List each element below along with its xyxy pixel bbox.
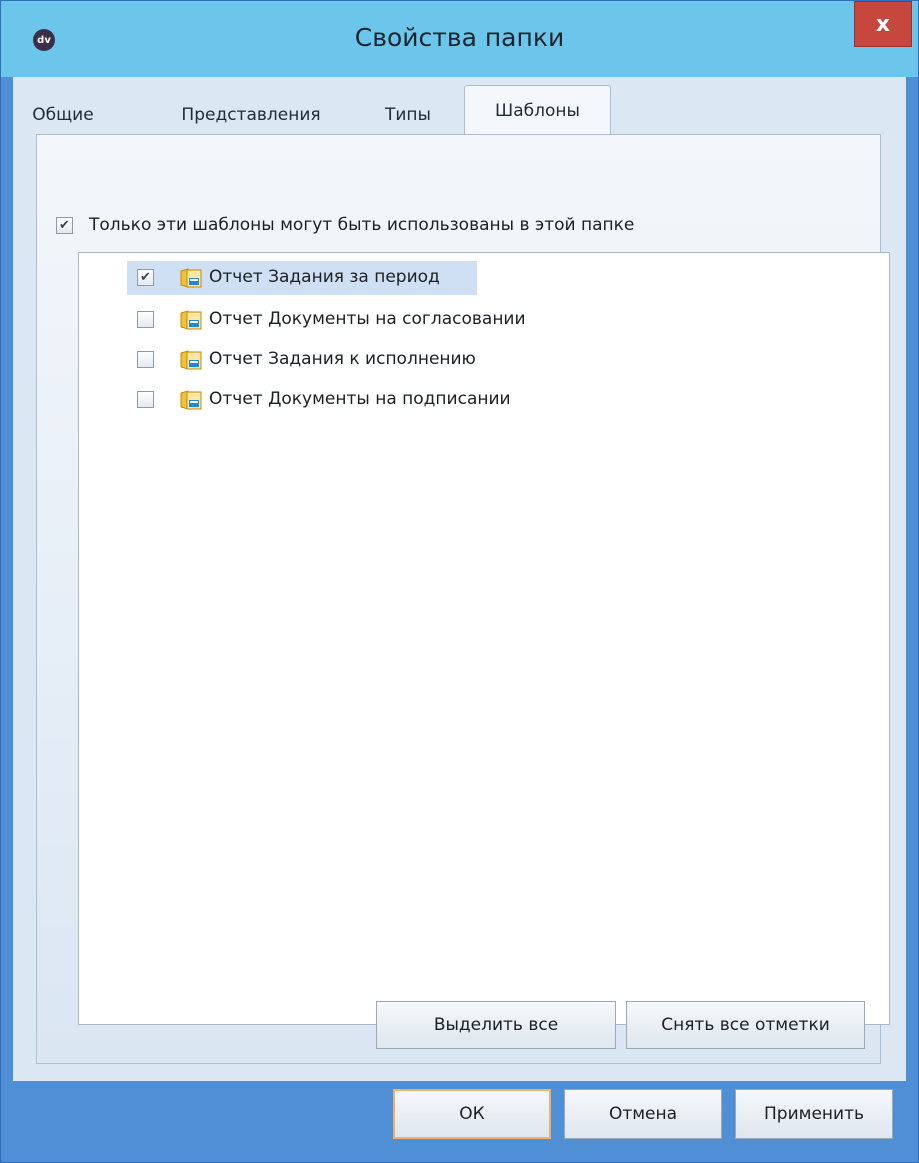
only-templates-label: Только эти шаблоны могут быть использова… [89, 215, 635, 235]
templates-tab-panel: ✔ Только эти шаблоны могут быть использо… [36, 134, 890, 1064]
list-item[interactable]: Отчет Документы на согласовании [127, 303, 577, 337]
only-templates-checkbox[interactable]: ✔ [56, 217, 73, 234]
document-template-icon [180, 350, 202, 370]
item-label: Отчет Документы на подписании [209, 389, 511, 409]
item-checkbox[interactable] [137, 351, 154, 368]
item-label: Отчет Документы на согласовании [209, 309, 526, 329]
list-item[interactable]: Отчет Документы на подписании [127, 383, 577, 417]
tab-general[interactable]: Общие [27, 97, 99, 133]
item-label: Отчет Задания за период [209, 267, 440, 287]
close-button[interactable]: x [854, 1, 912, 47]
templates-list[interactable]: ✔ Отчет Задания за период Отчет Документ… [78, 252, 890, 1025]
item-checkbox[interactable]: ✔ [137, 269, 154, 286]
tab-views[interactable]: Представления [169, 97, 333, 133]
select-all-button[interactable]: Выделить все [376, 1001, 616, 1049]
dialog-body: Общие Представления Типы Шаблоны ✔ Тольк… [13, 77, 906, 1081]
window-title: Свойства папки [354, 23, 565, 52]
item-checkbox[interactable] [137, 311, 154, 328]
tab-templates[interactable]: Шаблоны [464, 85, 611, 135]
document-template-icon [180, 310, 202, 330]
document-template-icon [180, 390, 202, 410]
list-item[interactable]: ✔ Отчет Задания за период [127, 261, 477, 295]
item-checkbox[interactable] [137, 391, 154, 408]
folder-properties-dialog: dv Свойства папки x Общие Представления … [0, 0, 919, 1163]
list-item[interactable]: Отчет Задания к исполнению [127, 343, 577, 377]
ok-button[interactable]: ОК [393, 1089, 551, 1139]
tab-types[interactable]: Типы [377, 97, 439, 133]
clear-all-button[interactable]: Снять все отметки [626, 1001, 865, 1049]
title-bar[interactable]: dv Свойства папки [1, 1, 918, 77]
cancel-button[interactable]: Отмена [564, 1089, 722, 1139]
document-template-icon [180, 268, 202, 288]
tab-strip: Общие Представления Типы Шаблоны [13, 77, 906, 135]
apply-button[interactable]: Применить [735, 1089, 893, 1139]
item-label: Отчет Задания к исполнению [209, 349, 476, 369]
